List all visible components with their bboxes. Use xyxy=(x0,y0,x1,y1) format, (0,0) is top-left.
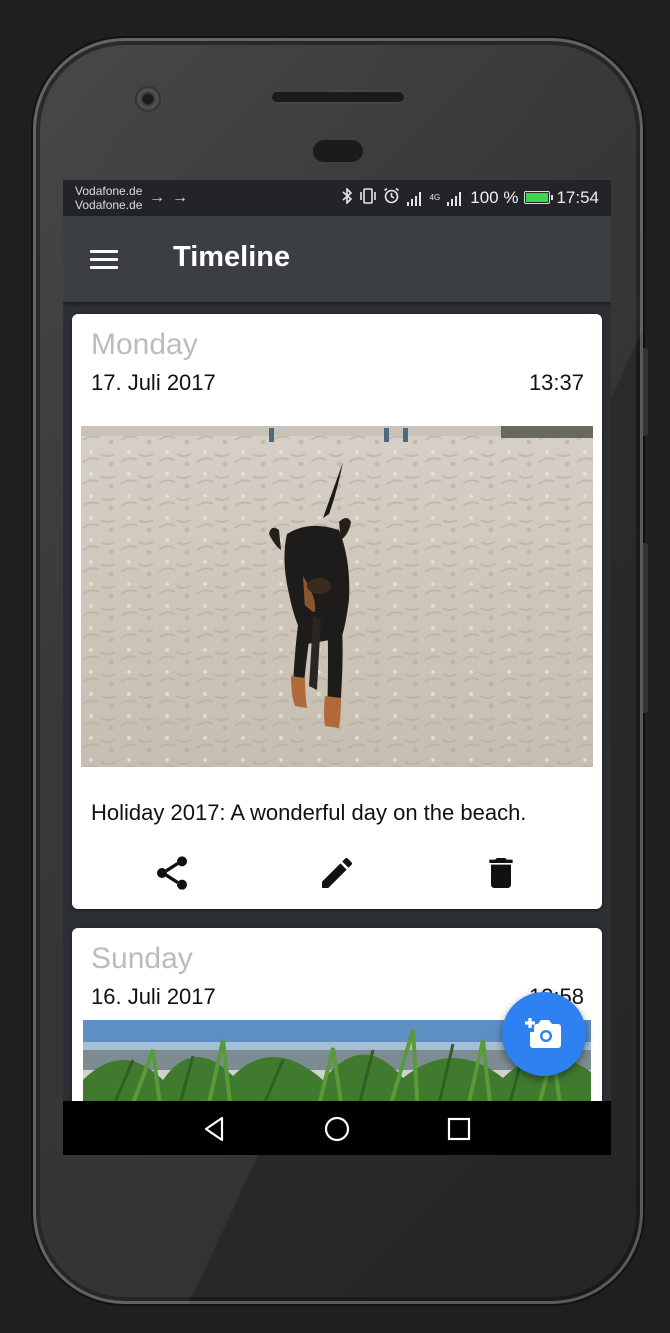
proximity-sensor xyxy=(313,140,363,162)
battery-charging-icon xyxy=(524,191,554,204)
entry-day: Monday xyxy=(91,328,198,361)
delete-icon[interactable] xyxy=(481,853,521,893)
carrier-line-2: Vodafone.de xyxy=(75,198,143,212)
entry-date: 17. Juli 2017 xyxy=(91,370,216,395)
home-icon[interactable] xyxy=(322,1114,352,1144)
carrier-line-1: Vodafone.de xyxy=(75,184,143,198)
edit-icon[interactable] xyxy=(317,853,357,893)
entry-caption: Holiday 2017: A wonderful day on the bea… xyxy=(91,800,527,825)
signal-icon xyxy=(406,190,424,206)
bluetooth-icon xyxy=(342,186,353,208)
signal-icon xyxy=(446,190,464,206)
front-camera xyxy=(135,86,161,112)
usb-icon: → xyxy=(149,189,165,206)
alarm-icon xyxy=(383,187,400,208)
back-icon[interactable] xyxy=(200,1114,230,1144)
add-photo-button[interactable] xyxy=(502,992,586,1076)
network-type-label: 4G xyxy=(429,192,441,202)
entry-time: 13:37 xyxy=(528,370,584,395)
clock: 17:54 xyxy=(556,187,599,207)
status-bar: Vodafone.de Vodafone.de → → 4G 100 % 17:… xyxy=(63,180,611,216)
status-icons: 4G 100 % 17:54 xyxy=(342,186,599,208)
battery-percent: 100 % xyxy=(470,187,519,207)
page-title: Timeline xyxy=(173,241,291,273)
entry-photo[interactable] xyxy=(81,426,593,767)
recents-icon[interactable] xyxy=(444,1114,474,1144)
carrier-label: Vodafone.de Vodafone.de xyxy=(75,184,142,212)
entry-date: 16. Juli 2017 xyxy=(91,984,216,1009)
add-photo-camera-icon xyxy=(525,1018,561,1048)
hamburger-menu-icon[interactable] xyxy=(88,246,120,272)
earpiece-speaker xyxy=(270,90,406,104)
screen: Vodafone.de Vodafone.de → → 4G 100 % 17:… xyxy=(63,180,611,1155)
power-button xyxy=(643,543,648,713)
share-icon[interactable] xyxy=(152,853,192,893)
timeline-entry-card[interactable]: Monday 17. Juli 2017 13:37 Holiday 2017:… xyxy=(72,314,602,909)
volume-button xyxy=(643,348,648,436)
vibrate-icon xyxy=(359,187,377,208)
app-bar: Timeline xyxy=(63,216,611,302)
entry-day: Sunday xyxy=(91,942,193,975)
navigation-bar xyxy=(63,1101,611,1155)
usb-icon: → xyxy=(172,189,188,206)
